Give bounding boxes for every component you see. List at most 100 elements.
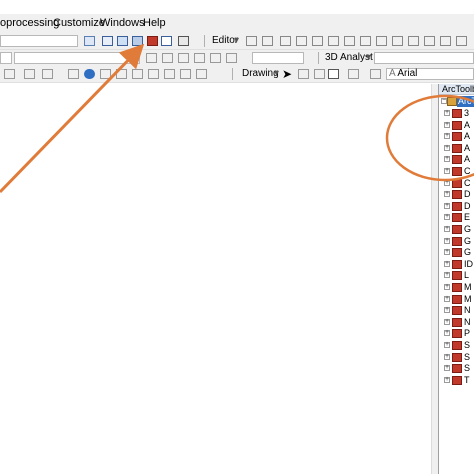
toolbox-item[interactable]: + ID — [439, 259, 474, 270]
create-features-icon[interactable] — [376, 36, 387, 46]
toolbox-item[interactable]: + C — [439, 178, 474, 189]
toolbox-item[interactable]: + D — [439, 189, 474, 200]
toolbox-item[interactable]: + L — [439, 270, 474, 281]
expand-icon[interactable]: + — [444, 341, 450, 348]
edit-vertices-icon[interactable] — [194, 53, 205, 63]
topology-icon[interactable] — [408, 36, 419, 46]
hyperlink-icon[interactable] — [100, 69, 111, 79]
viewer-icon[interactable] — [180, 69, 191, 79]
find-icon[interactable] — [116, 69, 127, 79]
editing-tool-icon[interactable] — [146, 53, 157, 63]
model-builder-icon[interactable] — [178, 36, 189, 46]
georef-icon[interactable] — [424, 36, 435, 46]
go-to-xy-icon[interactable] — [148, 69, 159, 79]
3d-analyst-dropdown-icon[interactable]: ▾ — [366, 52, 371, 63]
expand-icon[interactable]: + — [444, 295, 450, 302]
toolbox-item[interactable]: + E — [439, 212, 474, 223]
menu-help[interactable]: Help — [143, 17, 166, 29]
toolbox-item[interactable]: + S — [439, 363, 474, 374]
toolbox-item[interactable]: + N — [439, 317, 474, 328]
expand-icon[interactable]: + — [444, 213, 450, 221]
expand-icon[interactable]: + — [444, 109, 450, 116]
python-window-icon[interactable] — [161, 36, 172, 46]
toolbox-item[interactable]: + A — [439, 143, 474, 154]
menu-windows[interactable]: Windows — [100, 17, 145, 29]
expand-icon[interactable]: + — [444, 283, 450, 290]
toolbox-item[interactable]: + G — [439, 236, 474, 247]
expand-icon[interactable]: + — [444, 190, 450, 198]
toggle-icon[interactable] — [84, 36, 95, 46]
expand-icon[interactable]: + — [444, 132, 450, 140]
expand-icon[interactable]: + — [444, 271, 450, 279]
measure-icon[interactable] — [132, 69, 143, 79]
scale-combo[interactable] — [0, 35, 78, 47]
rotate-icon[interactable] — [328, 36, 339, 46]
snapping-icon[interactable] — [392, 36, 403, 46]
toolbox-item[interactable]: + T — [439, 375, 474, 386]
expand-icon[interactable]: + — [444, 155, 450, 163]
back-extent-icon[interactable] — [42, 69, 53, 79]
editor-dropdown-icon[interactable]: ▾ — [234, 35, 239, 46]
toolbox-item[interactable]: + P — [439, 328, 474, 339]
toolbox-item[interactable]: + A — [439, 131, 474, 142]
expand-icon[interactable]: + — [444, 353, 450, 360]
3d-layer-combo[interactable] — [374, 52, 474, 64]
text-icon[interactable] — [348, 69, 359, 79]
georef-layer-icon[interactable] — [226, 53, 237, 63]
toolbox-item[interactable]: + M — [439, 294, 474, 305]
split-icon[interactable] — [312, 36, 323, 46]
toolbox-item[interactable]: + D — [439, 201, 474, 212]
layout-icon[interactable] — [440, 36, 451, 46]
expand-icon[interactable]: + — [444, 144, 450, 151]
expand-icon[interactable]: + — [444, 121, 450, 128]
rotate-element-icon[interactable] — [298, 69, 309, 79]
expand-icon[interactable]: + — [444, 364, 450, 372]
toolbox-item[interactable]: +3 — [439, 108, 474, 119]
expand-icon[interactable]: + — [444, 179, 450, 186]
edit-tool-icon[interactable] — [246, 36, 257, 46]
straight-segment-icon[interactable] — [280, 36, 291, 46]
toolbox-item[interactable]: + A — [439, 154, 474, 165]
toolbox-item[interactable]: + M — [439, 282, 474, 293]
rectangle-icon[interactable] — [328, 69, 339, 79]
layer-combo[interactable] — [0, 52, 12, 64]
font-combo[interactable]: A Arial — [386, 68, 474, 80]
attributes-icon[interactable] — [344, 36, 355, 46]
catalog-icon[interactable] — [117, 36, 128, 46]
arctoolbox-icon[interactable] — [147, 36, 158, 46]
expand-icon[interactable]: + — [444, 376, 450, 383]
sketch-tool-icon[interactable] — [262, 36, 273, 46]
toolbox-item[interactable]: + A — [439, 120, 474, 131]
select-features-icon[interactable] — [68, 69, 79, 79]
expand-icon[interactable]: + — [444, 167, 450, 174]
expand-icon[interactable]: + — [444, 318, 450, 325]
toolbox-item[interactable]: + S — [439, 340, 474, 351]
menu-geoprocessing[interactable]: oprocessing — [0, 17, 59, 29]
drawing-dropdown-icon[interactable]: ▾ — [274, 68, 279, 79]
toolbox-item[interactable]: + S — [439, 352, 474, 363]
select-elements-icon[interactable]: ➤ — [282, 67, 292, 81]
value-combo[interactable] — [252, 52, 304, 64]
target-combo[interactable] — [14, 52, 140, 64]
expand-icon[interactable]: + — [444, 225, 450, 232]
zoom-whole-page-icon[interactable] — [314, 69, 325, 79]
expand-icon[interactable]: + — [444, 329, 450, 337]
trace-icon[interactable] — [296, 36, 307, 46]
toolbox-item[interactable]: + N — [439, 305, 474, 316]
toolbox-item[interactable]: + C — [439, 166, 474, 177]
toolbox-item[interactable]: + G — [439, 247, 474, 258]
search-window-icon[interactable] — [132, 36, 143, 46]
expand-icon[interactable]: + — [444, 260, 450, 267]
html-popup-icon[interactable] — [196, 69, 207, 79]
expand-icon[interactable]: + — [444, 306, 450, 314]
expand-icon[interactable]: + — [444, 237, 450, 244]
font-color-icon[interactable] — [370, 69, 381, 79]
arctoolbox-root[interactable]: − ArcT — [439, 96, 474, 107]
cut-polygons-icon[interactable] — [178, 53, 189, 63]
ortho-icon[interactable] — [210, 53, 221, 63]
expand-icon[interactable]: + — [444, 248, 450, 256]
reshape-icon[interactable] — [162, 53, 173, 63]
identify-icon[interactable] — [84, 69, 95, 79]
map-canvas[interactable] — [0, 83, 434, 474]
menu-customize[interactable]: Customize — [53, 17, 105, 29]
